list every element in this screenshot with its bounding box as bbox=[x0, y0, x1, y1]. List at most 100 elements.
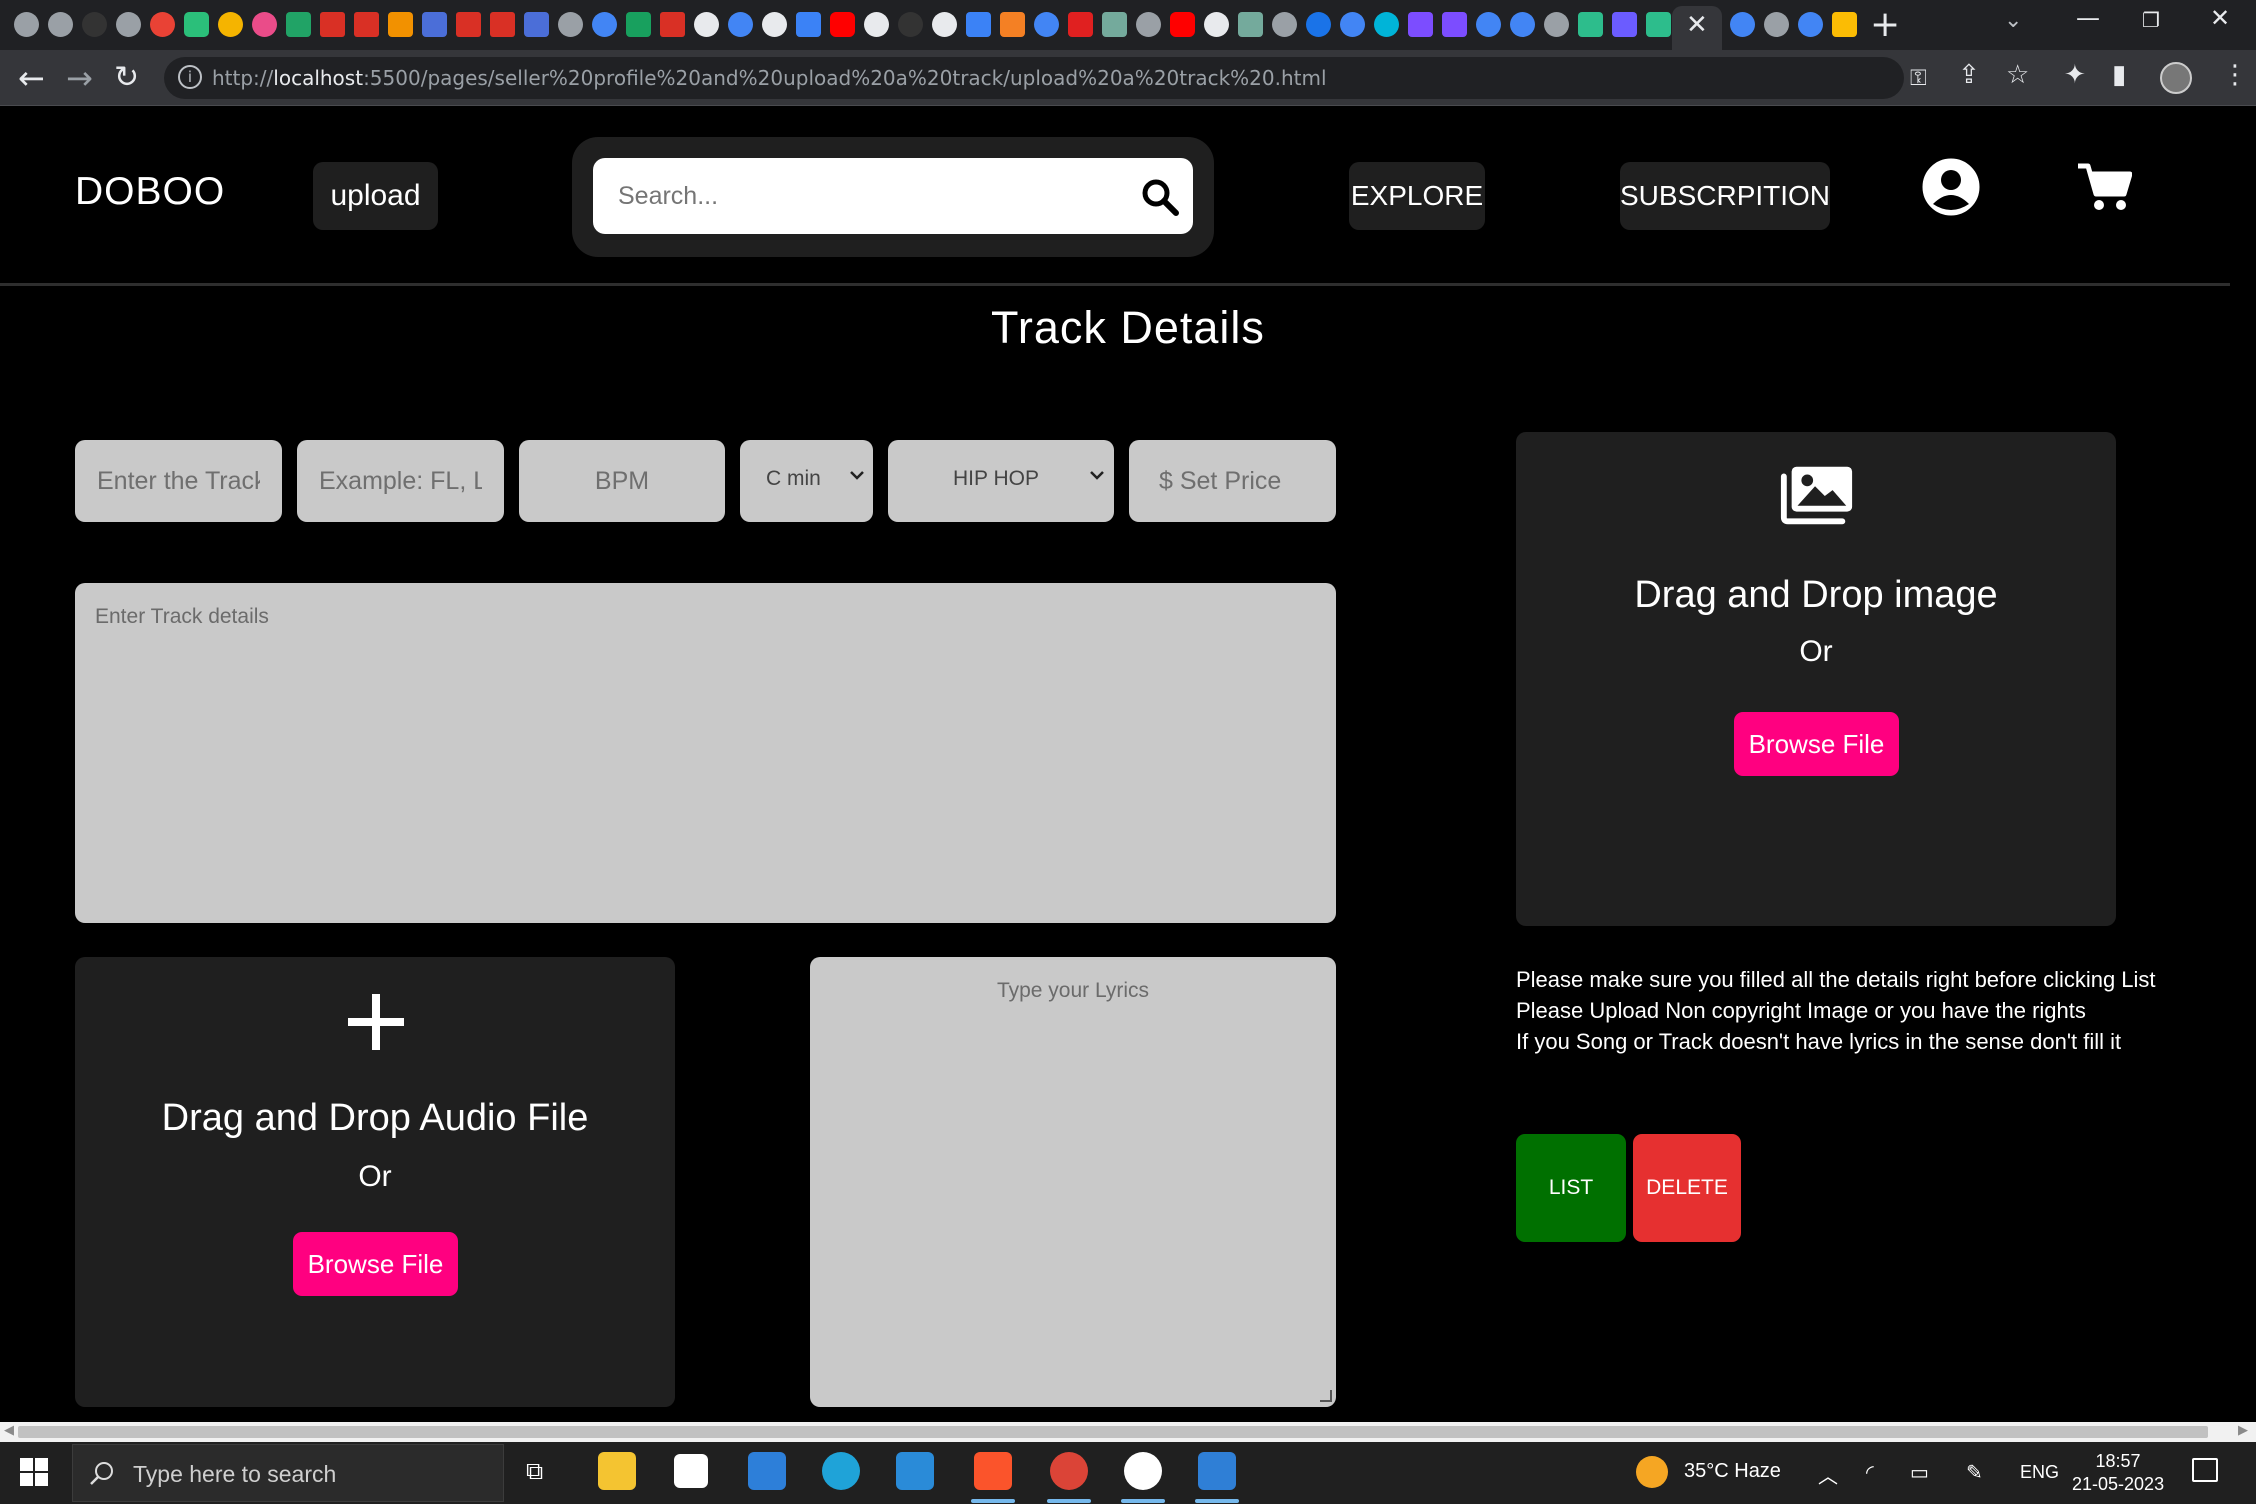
tab-favicon[interactable] bbox=[898, 12, 923, 37]
close-window-icon[interactable]: ✕ bbox=[2210, 4, 2230, 32]
tab-favicon[interactable] bbox=[1442, 12, 1467, 37]
tab-favicon[interactable] bbox=[1306, 12, 1331, 37]
user-account-icon[interactable] bbox=[1922, 158, 1980, 216]
new-tab-icon[interactable]: + bbox=[1870, 6, 1900, 44]
tab-favicon[interactable] bbox=[1798, 12, 1823, 37]
tab-favicon[interactable] bbox=[218, 12, 243, 37]
daw-input[interactable] bbox=[297, 440, 504, 522]
upload-button[interactable]: upload bbox=[313, 162, 438, 230]
tab-favicon[interactable] bbox=[1136, 12, 1161, 37]
microsoft-store-icon[interactable] bbox=[674, 1454, 708, 1488]
scroll-right-icon[interactable]: ▶ bbox=[2238, 1423, 2248, 1438]
tab-favicon[interactable] bbox=[694, 12, 719, 37]
photos-icon[interactable] bbox=[1198, 1452, 1236, 1490]
tab-favicon[interactable] bbox=[1340, 12, 1365, 37]
tab-favicon[interactable] bbox=[150, 12, 175, 37]
tab-favicon[interactable] bbox=[796, 12, 821, 37]
audio-drop-zone[interactable]: Drag and Drop Audio File Or Browse File bbox=[75, 957, 675, 1407]
site-logo[interactable]: DOBOO bbox=[75, 170, 225, 214]
profile-avatar[interactable] bbox=[2160, 62, 2192, 94]
tab-favicon[interactable] bbox=[354, 12, 379, 37]
explore-button[interactable]: EXPLORE bbox=[1349, 162, 1485, 230]
track-details-textarea[interactable] bbox=[75, 583, 1336, 923]
search-input[interactable] bbox=[618, 178, 1118, 214]
tab-favicon[interactable] bbox=[1374, 12, 1399, 37]
scrollbar-thumb[interactable] bbox=[18, 1426, 2208, 1438]
tab-favicon[interactable] bbox=[728, 12, 753, 37]
tab-favicon[interactable] bbox=[116, 12, 141, 37]
edge-browser-icon[interactable] bbox=[822, 1452, 860, 1490]
tab-favicon[interactable] bbox=[966, 12, 991, 37]
tab-search-chevron-icon[interactable]: ⌄ bbox=[2004, 8, 2022, 33]
taskbar-search[interactable]: Type here to search bbox=[72, 1444, 504, 1502]
site-info-icon[interactable]: i bbox=[178, 65, 202, 89]
key-select[interactable]: C min bbox=[740, 440, 873, 522]
tab-favicon[interactable] bbox=[524, 12, 549, 37]
search-icon[interactable] bbox=[1140, 177, 1180, 217]
tab-favicon[interactable] bbox=[286, 12, 311, 37]
password-key-icon[interactable]: ⚿ bbox=[1910, 66, 1927, 91]
address-bar[interactable]: i http://localhost:5500/pages/seller%20p… bbox=[164, 57, 1927, 99]
share-icon[interactable]: ⇪ bbox=[1958, 60, 1980, 90]
tab-close-icon[interactable]: ✕ bbox=[1686, 10, 1708, 40]
tab-favicon[interactable] bbox=[1102, 12, 1127, 37]
price-input[interactable] bbox=[1129, 440, 1336, 522]
tab-favicon[interactable] bbox=[1510, 12, 1535, 37]
subscription-button[interactable]: SUBSCRPITION bbox=[1620, 162, 1830, 230]
tab-favicon[interactable] bbox=[1408, 12, 1433, 37]
notification-icon[interactable] bbox=[2192, 1458, 2218, 1482]
tab-favicon[interactable] bbox=[422, 12, 447, 37]
tab-favicon[interactable] bbox=[320, 12, 345, 37]
tab-favicon[interactable] bbox=[1000, 12, 1025, 37]
tab-favicon[interactable] bbox=[558, 12, 583, 37]
tab-favicon[interactable] bbox=[1544, 12, 1569, 37]
extensions-icon[interactable]: ✦ bbox=[2064, 60, 2086, 90]
tab-favicon[interactable] bbox=[1612, 12, 1637, 37]
slack-icon[interactable] bbox=[1124, 1452, 1162, 1490]
tab-favicon[interactable] bbox=[660, 12, 685, 37]
tab-favicon[interactable] bbox=[14, 12, 39, 37]
back-icon[interactable]: ← bbox=[18, 58, 45, 98]
tab-favicon[interactable] bbox=[762, 12, 787, 37]
weather-sun-icon[interactable] bbox=[1636, 1456, 1668, 1488]
tab-favicon[interactable] bbox=[490, 12, 515, 37]
tab-favicon[interactable] bbox=[1170, 12, 1195, 37]
tab-favicon[interactable] bbox=[1272, 12, 1297, 37]
minimize-icon[interactable]: — bbox=[2076, 4, 2100, 32]
tab-favicon[interactable] bbox=[626, 12, 651, 37]
image-drop-zone[interactable]: Drag and Drop image Or Browse File bbox=[1516, 432, 2116, 926]
track-name-input[interactable] bbox=[75, 440, 282, 522]
image-browse-button[interactable]: Browse File bbox=[1734, 712, 1899, 776]
restore-icon[interactable]: ❐ bbox=[2142, 8, 2160, 32]
tab-favicon[interactable] bbox=[1646, 12, 1671, 37]
tab-favicon[interactable] bbox=[1730, 12, 1755, 37]
horizontal-scrollbar[interactable]: ◀ ▶ bbox=[0, 1422, 2256, 1442]
weather-text[interactable]: 35°C Haze bbox=[1684, 1460, 1781, 1483]
lyrics-textarea[interactable] bbox=[810, 957, 1336, 1407]
tab-favicon[interactable] bbox=[82, 12, 107, 37]
tab-favicon[interactable] bbox=[48, 12, 73, 37]
tab-favicon[interactable] bbox=[1034, 12, 1059, 37]
bookmark-star-icon[interactable]: ☆ bbox=[2006, 60, 2029, 90]
audio-browse-button[interactable]: Browse File bbox=[293, 1232, 458, 1296]
url-text[interactable]: http://localhost:5500/pages/seller%20pro… bbox=[212, 66, 1327, 90]
genre-select[interactable]: HIP HOP bbox=[888, 440, 1114, 522]
tab-favicon[interactable] bbox=[1238, 12, 1263, 37]
windows-start-icon[interactable] bbox=[20, 1458, 48, 1486]
brave-browser-icon[interactable] bbox=[974, 1452, 1012, 1490]
vscode-icon[interactable] bbox=[896, 1452, 934, 1490]
task-view-icon[interactable]: ⧉ bbox=[526, 1458, 543, 1486]
tab-favicon[interactable] bbox=[932, 12, 957, 37]
tab-favicon[interactable] bbox=[1476, 12, 1501, 37]
tab-favicon[interactable] bbox=[388, 12, 413, 37]
scroll-left-icon[interactable]: ◀ bbox=[4, 1423, 14, 1438]
resize-grip-icon[interactable] bbox=[1320, 1390, 1332, 1402]
tab-favicon[interactable] bbox=[1068, 12, 1093, 37]
reload-icon[interactable]: ↻ bbox=[114, 58, 139, 98]
tab-favicon[interactable] bbox=[456, 12, 481, 37]
pen-icon[interactable]: ✎ bbox=[1966, 1460, 1983, 1485]
side-panel-icon[interactable]: ▮ bbox=[2112, 60, 2126, 90]
tab-favicon[interactable] bbox=[252, 12, 277, 37]
tab-favicon[interactable] bbox=[830, 12, 855, 37]
file-explorer-icon[interactable] bbox=[598, 1452, 636, 1490]
